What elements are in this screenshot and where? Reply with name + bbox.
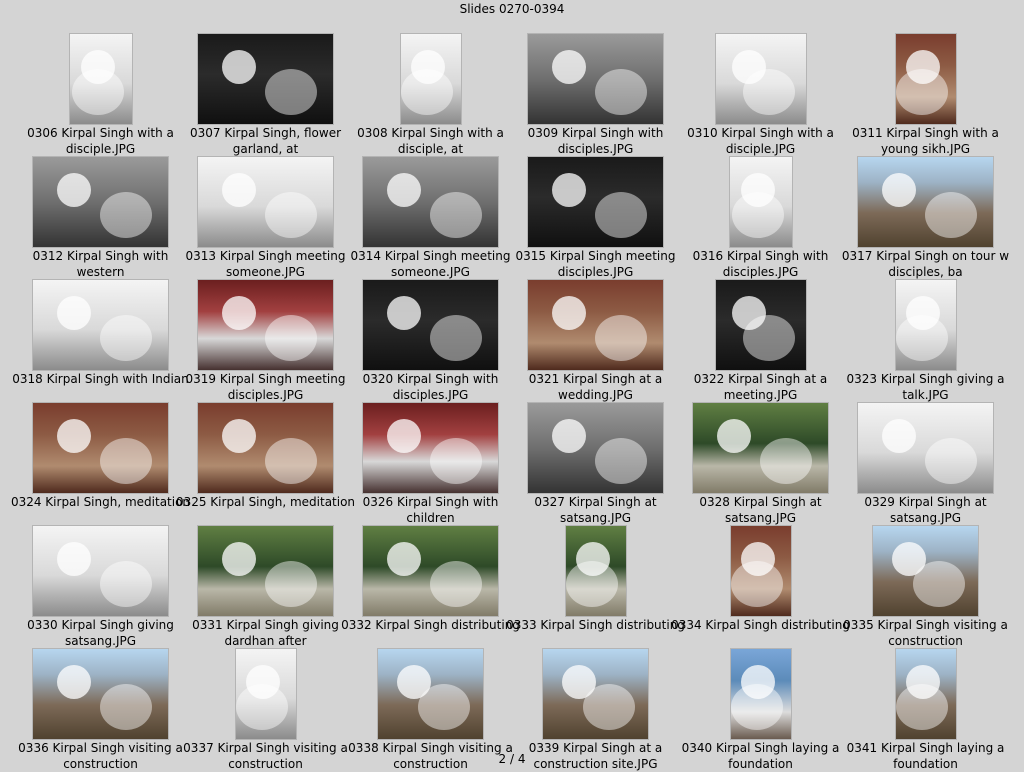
slide-thumbnail[interactable] <box>858 157 993 247</box>
slide-0338[interactable]: 0338 Kirpal Singh visiting a constructio… <box>348 645 513 771</box>
slide-thumbnail[interactable] <box>363 157 498 247</box>
slide-0330[interactable]: 0330 Kirpal Singh giving satsang.JPG <box>18 522 183 648</box>
slide-0309[interactable]: 0309 Kirpal Singh with disciples.JPG <box>513 30 678 156</box>
slide-thumbnail[interactable] <box>565 526 626 616</box>
slide-thumbnail[interactable] <box>198 403 333 493</box>
slide-thumbnail[interactable] <box>198 157 333 247</box>
slide-0312[interactable]: 0312 Kirpal Singh with western <box>18 153 183 279</box>
slide-thumbnail[interactable] <box>528 280 663 370</box>
slide-0328[interactable]: 0328 Kirpal Singh at satsang.JPG <box>678 399 843 525</box>
slide-0341[interactable]: 0341 Kirpal Singh laying a foundation <box>843 645 1008 771</box>
slide-0317[interactable]: 0317 Kirpal Singh on tour w disciples, b… <box>842 153 1009 279</box>
slide-thumbnail[interactable] <box>895 280 956 370</box>
slide-0311[interactable]: 0311 Kirpal Singh with a young sikh.JPG <box>843 30 1008 156</box>
slide-thumbnail[interactable] <box>729 157 792 247</box>
slide-0318[interactable]: 0318 Kirpal Singh with Indian <box>12 276 189 399</box>
slide-0337[interactable]: 0337 Kirpal Singh visiting a constructio… <box>183 645 348 771</box>
slide-caption: 0339 Kirpal Singh at a construction site… <box>528 741 663 771</box>
slide-0316[interactable]: 0316 Kirpal Singh with disciples.JPG <box>678 153 843 279</box>
slide-thumbnail[interactable] <box>198 280 333 370</box>
slide-thumbnail[interactable] <box>543 649 648 739</box>
slide-0333[interactable]: 0333 Kirpal Singh distributing <box>506 522 685 645</box>
slide-thumbnail[interactable] <box>400 34 461 124</box>
slide-thumbnail[interactable] <box>33 280 168 370</box>
slide-caption: 0341 Kirpal Singh laying a foundation <box>846 741 1005 771</box>
slide-thumbnail[interactable] <box>33 649 168 739</box>
slide-caption: 0338 Kirpal Singh visiting a constructio… <box>348 741 513 771</box>
slide-0329[interactable]: 0329 Kirpal Singh at satsang.JPG <box>843 399 1008 525</box>
slide-0315[interactable]: 0315 Kirpal Singh meeting disciples.JPG <box>513 153 678 279</box>
slide-0336[interactable]: 0336 Kirpal Singh visiting a constructio… <box>18 645 183 771</box>
slide-0307[interactable]: 0307 Kirpal Singh, flower garland, at <box>183 30 348 156</box>
slide-0335[interactable]: 0335 Kirpal Singh visiting a constructio… <box>843 522 1008 648</box>
slide-0310[interactable]: 0310 Kirpal Singh with a disciple.JPG <box>678 30 843 156</box>
slide-0323[interactable]: 0323 Kirpal Singh giving a talk.JPG <box>843 276 1008 402</box>
slide-thumbnail[interactable] <box>363 280 498 370</box>
slide-thumbnail[interactable] <box>730 649 791 739</box>
slide-0334[interactable]: 0334 Kirpal Singh distributing <box>671 522 850 645</box>
slide-thumbnail[interactable] <box>33 403 168 493</box>
slide-thumbnail[interactable] <box>715 34 806 124</box>
slide-0321[interactable]: 0321 Kirpal Singh at a wedding.JPG <box>513 276 678 402</box>
slide-thumbnail[interactable] <box>693 403 828 493</box>
slide-thumbnail[interactable] <box>715 280 806 370</box>
slide-thumbnail[interactable] <box>873 526 978 616</box>
slide-thumbnail[interactable] <box>528 34 663 124</box>
slide-0324[interactable]: 0324 Kirpal Singh, meditation <box>11 399 190 522</box>
slide-thumbnail[interactable] <box>235 649 296 739</box>
slide-thumbnail[interactable] <box>198 526 333 616</box>
slide-thumbnail[interactable] <box>858 403 993 493</box>
slide-0313[interactable]: 0313 Kirpal Singh meeting someone.JPG <box>183 153 348 279</box>
slide-thumbnail[interactable] <box>33 157 168 247</box>
slide-thumbnail[interactable] <box>363 526 498 616</box>
slide-0314[interactable]: 0314 Kirpal Singh meeting someone.JPG <box>348 153 513 279</box>
slide-0332[interactable]: 0332 Kirpal Singh distributing <box>341 522 520 645</box>
slide-thumbnail[interactable] <box>198 34 333 124</box>
slide-caption: 0337 Kirpal Singh visiting a constructio… <box>183 741 348 771</box>
slide-caption: 0336 Kirpal Singh visiting a constructio… <box>18 741 183 771</box>
slide-0319[interactable]: 0319 Kirpal Singh meeting disciples.JPG <box>183 276 348 402</box>
slide-thumbnail[interactable] <box>528 403 663 493</box>
thumbnail-grid: 0306 Kirpal Singh with a disciple.JPG 03… <box>0 0 1024 771</box>
slide-thumbnail[interactable] <box>378 649 483 739</box>
slide-thumbnail[interactable] <box>363 403 498 493</box>
slide-caption: 0340 Kirpal Singh laying a foundation <box>681 741 840 771</box>
slide-thumbnail[interactable] <box>33 526 168 616</box>
slide-0339[interactable]: 0339 Kirpal Singh at a construction site… <box>513 645 678 771</box>
slide-0308[interactable]: 0308 Kirpal Singh with a disciple, at <box>348 30 513 156</box>
slide-0340[interactable]: 0340 Kirpal Singh laying a foundation <box>678 645 843 771</box>
slide-0320[interactable]: 0320 Kirpal Singh with disciples.JPG <box>348 276 513 402</box>
slide-0326[interactable]: 0326 Kirpal Singh with children <box>348 399 513 525</box>
slide-0325[interactable]: 0325 Kirpal Singh, meditation <box>176 399 355 522</box>
slide-0327[interactable]: 0327 Kirpal Singh at satsang.JPG <box>513 399 678 525</box>
slide-0331[interactable]: 0331 Kirpal Singh giving dardhan after <box>183 522 348 648</box>
slide-thumbnail[interactable] <box>69 34 132 124</box>
slide-thumbnail[interactable] <box>528 157 663 247</box>
slide-0322[interactable]: 0322 Kirpal Singh at a meeting.JPG <box>678 276 843 402</box>
slide-thumbnail[interactable] <box>730 526 791 616</box>
slide-thumbnail[interactable] <box>895 649 956 739</box>
slide-0306[interactable]: 0306 Kirpal Singh with a disciple.JPG <box>18 30 183 156</box>
slide-thumbnail[interactable] <box>895 34 956 124</box>
